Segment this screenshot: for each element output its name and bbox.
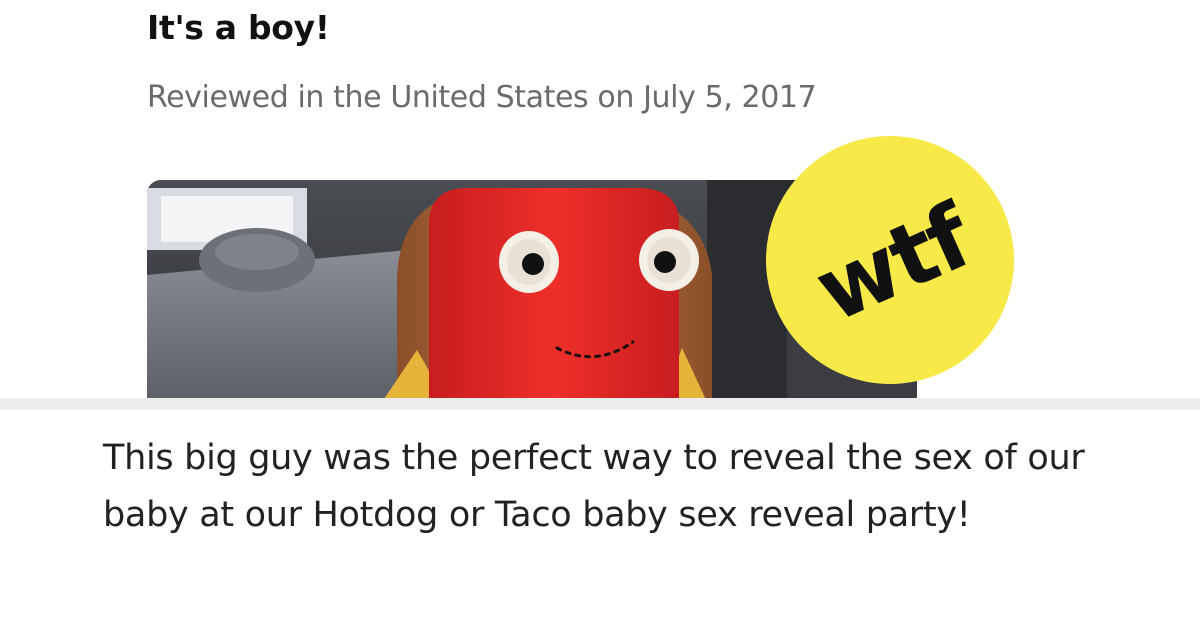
section-divider — [0, 398, 1200, 410]
wtf-sticker-label: wtf — [800, 184, 986, 342]
review-body-text: This big guy was the perfect way to reve… — [103, 438, 1085, 535]
review-body-panel: This big guy was the perfect way to reve… — [0, 410, 1200, 628]
review-header-panel: It's a boy! Reviewed in the United State… — [0, 0, 1200, 400]
wtf-sticker: wtf — [766, 136, 1014, 384]
review-date-location: Reviewed in the United States on July 5,… — [147, 80, 817, 115]
review-title: It's a boy! — [147, 8, 330, 47]
